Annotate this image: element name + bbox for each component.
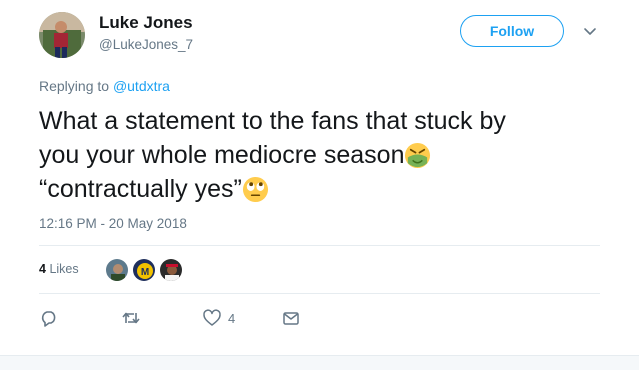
tweet-text-line: What a statement to the fans that stuck … <box>39 107 506 135</box>
nauseated-face-emoji-icon <box>405 142 431 169</box>
liker-avatar[interactable] <box>159 258 183 282</box>
like-button[interactable]: 4 <box>202 307 235 329</box>
replying-to: Replying to @utdxtra <box>39 78 170 94</box>
tweet-text: What a statement to the fans that stuck … <box>39 104 599 206</box>
liker-avatar[interactable] <box>105 258 129 282</box>
direct-message-button[interactable] <box>281 307 301 329</box>
liker-avatar[interactable]: M <box>132 258 156 282</box>
like-count: 4 <box>228 310 236 326</box>
heart-icon <box>203 309 221 326</box>
tweet-text-line: you your whole mediocre season <box>39 138 599 172</box>
user-name[interactable]: Luke Jones <box>99 13 193 33</box>
timestamp[interactable]: 12:16 PM - 20 May 2018 <box>39 216 187 231</box>
divider <box>39 293 600 294</box>
replying-to-label: Replying to <box>39 78 113 94</box>
user-handle[interactable]: @LukeJones_7 <box>99 37 193 52</box>
likes-label: Likes <box>49 262 79 276</box>
tweet-text-line: “contractually yes” <box>39 172 599 206</box>
replying-to-handle-link[interactable]: @utdxtra <box>113 78 170 94</box>
divider <box>39 245 600 246</box>
likes-count: 4 <box>39 262 46 276</box>
envelope-icon <box>283 312 299 325</box>
follow-button[interactable]: Follow <box>460 15 564 47</box>
tweet-card: Luke Jones @LukeJones_7 Follow Replying … <box>0 0 639 355</box>
retweet-button[interactable] <box>121 307 141 329</box>
likes-summary[interactable]: 4 Likes <box>39 262 79 276</box>
reply-button[interactable] <box>39 307 59 329</box>
retweet-icon <box>122 312 140 324</box>
footer-strip <box>0 355 639 370</box>
tweet-text-segment: you your whole mediocre season <box>39 141 405 169</box>
svg-text:M: M <box>141 267 149 278</box>
reply-icon <box>41 311 56 327</box>
chevron-down-icon[interactable] <box>583 27 597 37</box>
tweet-text-segment: “contractually yes” <box>39 175 242 203</box>
face-with-rolling-eyes-emoji-icon <box>242 176 268 203</box>
avatar[interactable] <box>39 12 85 58</box>
